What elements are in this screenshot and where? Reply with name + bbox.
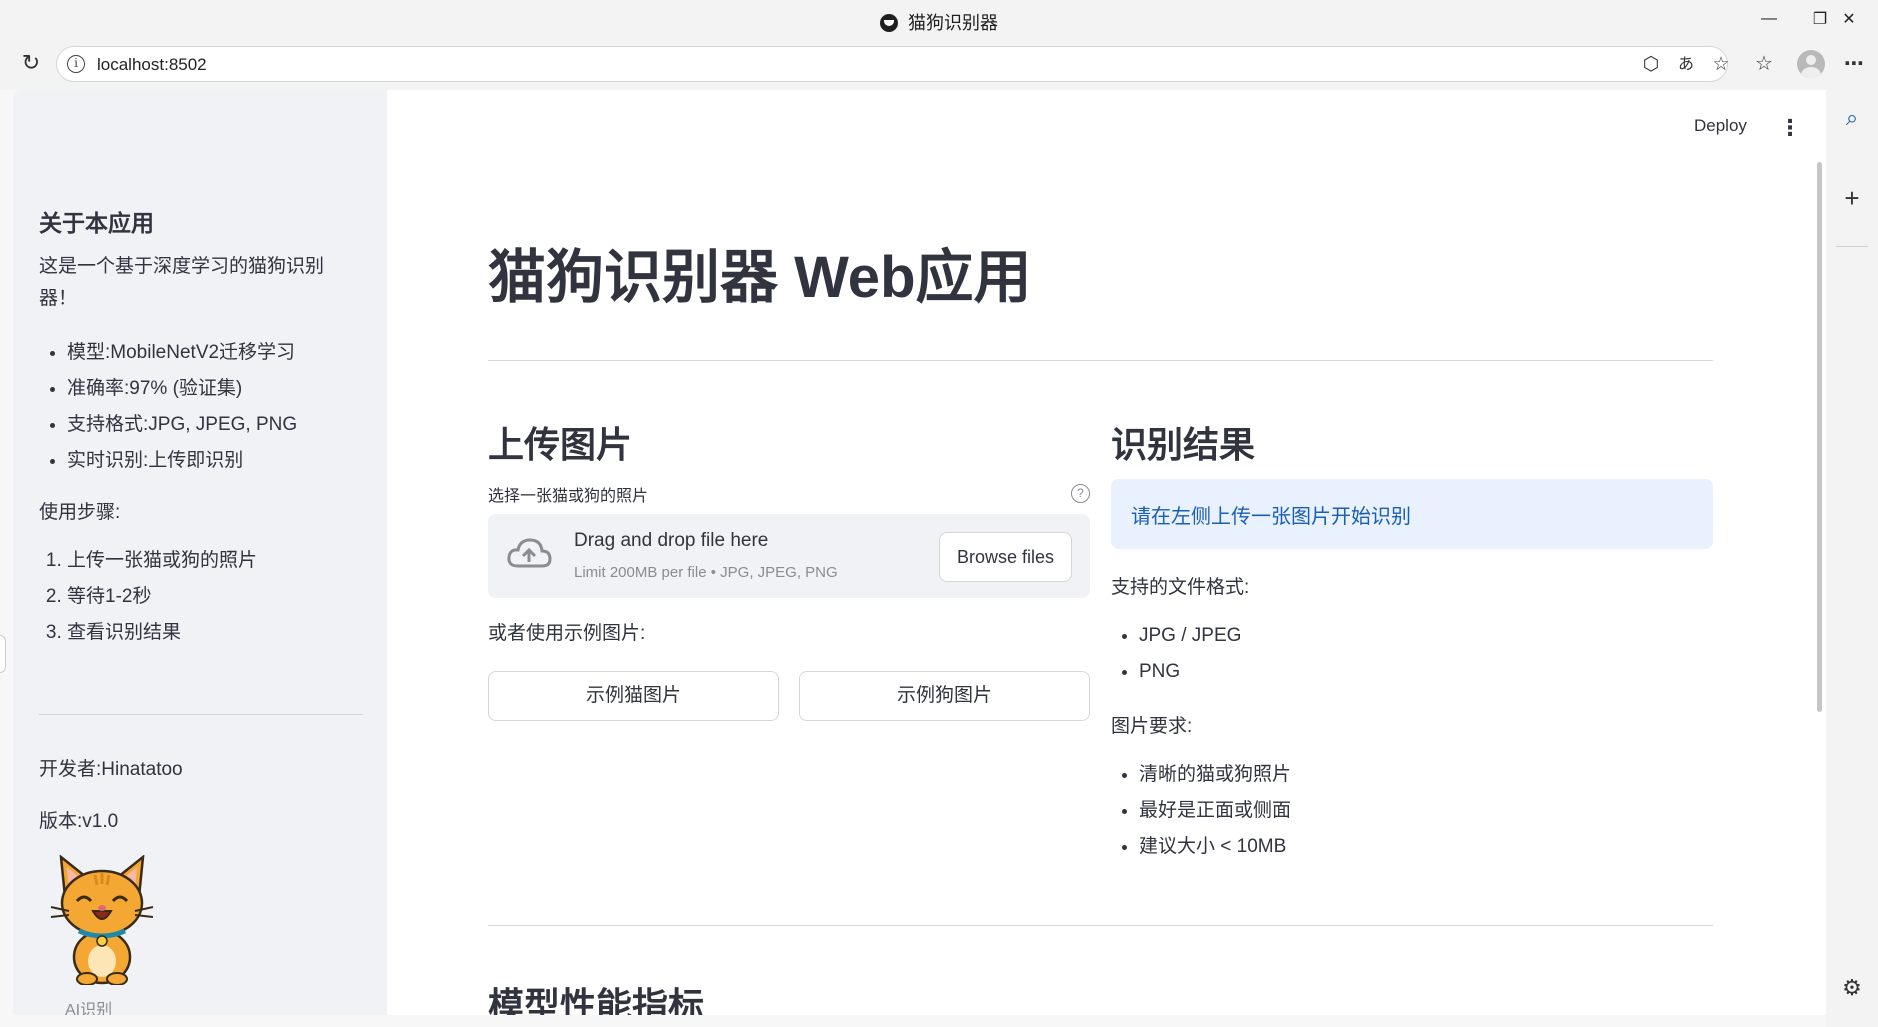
step-item: 查看识别结果	[67, 615, 257, 651]
page-title: 猫狗识别器 Web应用	[488, 245, 1032, 310]
favorites-list-icon[interactable]: ☆	[1748, 48, 1780, 80]
copilot-icon[interactable]: ⬡	[1639, 53, 1663, 77]
main-content: Deploy ⋮ 猫狗识别器 Web应用 上传图片 选择一张猫或狗的照片 ? D…	[387, 90, 1826, 1015]
window-title: 猫狗识别器	[0, 9, 1878, 35]
info-alert-text: 请在左侧上传一张图片开始识别	[1131, 506, 1411, 528]
developer-text: 开发者:Hinatatoo	[39, 759, 183, 780]
version-text: 版本:v1.0	[39, 811, 119, 832]
address-bar[interactable]: i localhost:8502 ⬡ あ ☆	[56, 46, 1730, 82]
url-text[interactable]: localhost:8502	[97, 55, 207, 75]
translate-icon[interactable]: あ	[1674, 53, 1698, 77]
sidebar: 关于本应用 这是一个基于深度学习的猫狗识别 器！ 模型:MobileNetV2迁…	[13, 90, 387, 1015]
step-item: 上传一张猫或狗的照片	[67, 543, 257, 579]
feature-item: 实时识别:上传即识别	[67, 443, 297, 479]
file-dropzone[interactable]: Drag and drop file here Limit 200MB per …	[488, 514, 1090, 598]
step-item: 等待1-2秒	[67, 579, 257, 615]
more-menu-icon[interactable]: ⋯	[1838, 48, 1870, 80]
help-icon[interactable]: ?	[1071, 484, 1090, 503]
uploader-label: 选择一张猫或狗的照片	[488, 488, 649, 505]
example-dog-button[interactable]: 示例狗图片	[799, 671, 1090, 721]
metrics-heading: 模型性能指标	[488, 985, 705, 1015]
favorite-star-icon[interactable]: ☆	[1709, 53, 1733, 77]
dropzone-limit: Limit 200MB per file • JPG, JPEG, PNG	[574, 564, 838, 581]
settings-gear-icon[interactable]: ⚙	[1836, 972, 1868, 1004]
feature-list: 模型:MobileNetV2迁移学习 准确率:97% (验证集) 支持格式:JP…	[67, 335, 297, 479]
browser-side-panel: ⌕ + ⚙	[1826, 90, 1878, 1027]
format-item: JPG / JPEG	[1139, 618, 1241, 654]
steps-list: 上传一张猫或狗的照片 等待1-2秒 查看识别结果	[67, 543, 257, 651]
page-scrollbar[interactable]	[1817, 162, 1822, 712]
upload-heading: 上传图片	[488, 424, 633, 465]
cloud-upload-icon	[507, 538, 552, 568]
close-window-button[interactable]: ✕	[1820, 0, 1878, 38]
feature-item: 准确率:97% (验证集)	[67, 371, 297, 407]
site-info-icon[interactable]: i	[67, 55, 85, 73]
dropzone-instruction: Drag and drop file here	[574, 530, 769, 551]
info-alert: 请在左侧上传一张图片开始识别	[1111, 479, 1713, 549]
section-divider	[488, 925, 1713, 926]
profile-avatar[interactable]	[1797, 50, 1825, 78]
add-icon[interactable]: +	[1836, 182, 1868, 214]
feature-item: 支持格式:JPG, JPEG, PNG	[67, 407, 297, 443]
window-titlebar: 猫狗识别器 — ❐ ✕	[0, 0, 1878, 38]
feature-item: 模型:MobileNetV2迁移学习	[67, 335, 297, 371]
main-menu-icon[interactable]: ⋮	[1779, 114, 1801, 142]
image-caption: AI识别	[65, 1002, 113, 1015]
search-icon[interactable]: ⌕	[1836, 102, 1868, 134]
requirement-item: 清晰的猫或狗照片	[1139, 757, 1291, 793]
sidebar-divider	[39, 714, 363, 715]
steps-title: 使用步骤:	[39, 502, 121, 523]
requirements-list: 清晰的猫或狗照片 最好是正面或侧面 建议大小 < 10MB	[1139, 757, 1291, 865]
window-title-text: 猫狗识别器	[908, 13, 998, 33]
side-panel-divider	[1836, 246, 1868, 247]
sidebar-collapse-tab[interactable]	[0, 635, 6, 673]
reload-icon[interactable]: ↻	[18, 50, 44, 76]
requirement-item: 最好是正面或侧面	[1139, 793, 1291, 829]
example-prompt: 或者使用示例图片:	[488, 623, 646, 644]
deploy-button[interactable]: Deploy	[1694, 116, 1747, 136]
minimize-button[interactable]: —	[1740, 0, 1798, 38]
formats-title: 支持的文件格式:	[1111, 577, 1250, 598]
formats-list: JPG / JPEG PNG	[1139, 618, 1241, 690]
browse-files-button[interactable]: Browse files	[939, 532, 1072, 582]
example-cat-button[interactable]: 示例猫图片	[488, 671, 779, 721]
requirement-item: 建议大小 < 10MB	[1139, 829, 1291, 865]
browser-toolbar: ↻ i localhost:8502 ⬡ あ ☆ ☆ ⋯	[0, 38, 1878, 90]
requirements-title: 图片要求:	[1111, 716, 1193, 737]
cat-mascot-image	[50, 855, 154, 985]
result-heading: 识别结果	[1111, 424, 1256, 465]
app-icon	[880, 14, 898, 32]
intro-text-line1: 这是一个基于深度学习的猫狗识别	[39, 256, 325, 277]
intro-text-line2: 器！	[39, 288, 78, 309]
title-divider	[488, 360, 1713, 361]
about-heading: 关于本应用	[39, 210, 154, 236]
format-item: PNG	[1139, 654, 1241, 690]
